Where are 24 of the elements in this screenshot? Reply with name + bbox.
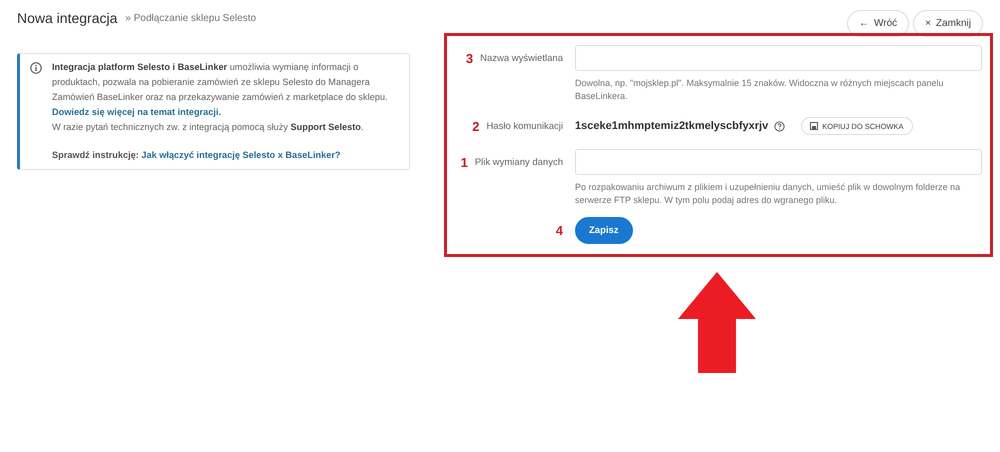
field-hint: Dowolna, np. "mojsklep.pl". Maksymalnie 15 znaków. Widoczna w różnych miejscach panelu BaseLinkera. [575, 77, 945, 103]
save-icon [810, 122, 818, 130]
field-hint: Po rozpakowaniu archiwum z plikiem i uzupełnieniu danych, umieść plik w dowolnym folderze na serwerze FTP sklepu. W tym polu podaj adres do wgranego pliku. [575, 181, 962, 207]
breadcrumb: » Podłączanie sklepu Selesto [125, 12, 256, 24]
field-label: Plik wymiany danych [474, 156, 563, 168]
info-paragraph: Integracja platform Selesto i BaseLinker umożliwia wymianę informacji o produktach, pozwala na pobieranie zamówień ze sklepu Selesto do Managera Zamówień BaseLinker oraz na przekazywanie zamówień z marketplace do sklepu. [52, 61, 389, 104]
step-number: 4 [556, 222, 563, 238]
instruction-link[interactable]: Jak włączyć integrację Selesto x BaseLinker? [141, 150, 341, 160]
text-input[interactable] [575, 45, 982, 71]
field-label: Nazwa wyświetlana [480, 52, 563, 64]
step-number: 2 [472, 118, 480, 134]
password-value: 1sceke1mhmptemiz2tkmelyscbfyxrjv [575, 120, 768, 132]
field-label: Hasło komunikacji [486, 120, 563, 132]
text-input[interactable] [575, 149, 982, 175]
save-button[interactable]: Zapisz [575, 217, 633, 244]
instruction-label: Sprawdź instrukcję: [52, 150, 139, 160]
step-number: 1 [460, 154, 468, 170]
page-title: Nowa integracja [17, 10, 118, 26]
up-arrow-icon [678, 272, 756, 373]
support-text: W razie pytań technicznych zw. z integracją pomocą służy Support Selesto. [52, 121, 364, 134]
step-number: 3 [466, 50, 474, 66]
help-icon[interactable] [774, 120, 786, 132]
learn-more-link[interactable]: Dowiedz się więcej na temat integracji. [52, 107, 222, 117]
info-icon [30, 62, 42, 74]
